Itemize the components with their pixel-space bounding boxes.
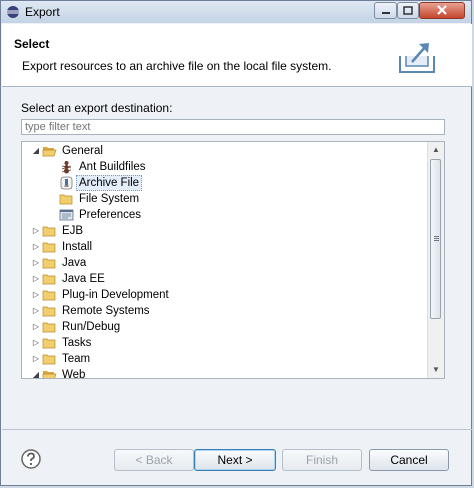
tree-item-label: Java EE (62, 273, 105, 285)
page-title: Select (14, 37, 50, 51)
archive-file-icon (60, 176, 73, 190)
expand-icon[interactable]: ▷ (31, 239, 41, 255)
folder-icon (42, 322, 56, 333)
expand-icon[interactable]: ▷ (31, 319, 41, 335)
collapse-icon[interactable]: ◢ (31, 143, 41, 159)
folder-icon (42, 274, 56, 285)
export-wizard-tree[interactable]: ◢ General Ant Buildfiles Archive File Fi… (21, 141, 445, 379)
tree-item-label: Run/Debug (62, 321, 121, 333)
export-wizard-icon (399, 43, 435, 73)
tree-item-label: Plug-in Development (62, 289, 169, 301)
window-title: Export (25, 5, 60, 19)
minimize-button[interactable] (374, 2, 397, 19)
footer-separator (2, 429, 472, 430)
folder-icon (42, 354, 56, 365)
tree-item-label: Tasks (62, 337, 92, 349)
tree-item-label: Install (62, 241, 93, 253)
tree-item-label: File System (79, 193, 140, 205)
grip-line (434, 240, 439, 241)
expand-icon[interactable]: ▷ (31, 335, 41, 351)
scroll-up-arrow-icon[interactable]: ▲ (428, 142, 444, 158)
tree-item-label: Preferences (79, 209, 142, 221)
eclipse-icon (7, 6, 19, 18)
ant-icon (61, 161, 72, 174)
folder-icon (59, 194, 73, 205)
filter-input[interactable] (21, 119, 445, 135)
finish-button[interactable]: Finish (282, 449, 362, 471)
export-destination-label: Select an export destination: (21, 101, 173, 115)
tree-item-label: Web (62, 369, 86, 379)
tree-item-label: Java (62, 257, 87, 269)
preferences-icon (59, 209, 74, 221)
expand-icon[interactable]: ▷ (31, 271, 41, 287)
folder-open-icon (42, 147, 57, 157)
grip-line (434, 238, 439, 239)
expand-icon[interactable]: ▷ (31, 351, 41, 367)
help-icon[interactable] (20, 448, 42, 470)
next-button[interactable]: Next > (194, 449, 276, 471)
minimize-icon (382, 12, 390, 14)
close-button[interactable] (419, 2, 465, 19)
cancel-button[interactable]: Cancel (369, 449, 449, 471)
maximize-button[interactable] (397, 2, 419, 19)
wizard-header: Select Export resources to an archive fi… (2, 24, 472, 87)
maximize-icon (403, 6, 413, 15)
folder-icon (42, 290, 56, 301)
title-bar[interactable]: Export (1, 1, 471, 23)
folder-icon (42, 338, 56, 349)
scroll-down-arrow-icon[interactable]: ▼ (428, 362, 444, 378)
tree-item-label: EJB (62, 225, 84, 237)
folder-icon (42, 226, 56, 237)
grip-line (434, 236, 439, 237)
folder-icon (42, 258, 56, 269)
expand-icon[interactable]: ▷ (31, 255, 41, 271)
close-icon (437, 5, 447, 15)
folder-open-icon (42, 371, 57, 378)
page-description: Export resources to an archive file on t… (22, 59, 332, 73)
tree-item-label: Remote Systems (62, 305, 150, 317)
tree-item-label: Ant Buildfiles (79, 161, 146, 173)
folder-icon (42, 242, 56, 253)
back-button[interactable]: < Back (114, 449, 194, 471)
folder-icon (42, 306, 56, 317)
tree-item-label: General (62, 145, 103, 157)
expand-icon[interactable]: ▷ (31, 287, 41, 303)
expand-icon[interactable]: ▷ (31, 223, 41, 239)
scrollbar-thumb[interactable] (430, 159, 441, 319)
expand-icon[interactable]: ▷ (31, 303, 41, 319)
tree-item-label: Archive File (76, 175, 143, 191)
tree-item-label: Team (62, 353, 91, 365)
export-dialog: Export Select Export resources to an arc… (0, 0, 472, 486)
collapse-icon[interactable]: ◢ (31, 367, 41, 378)
tree-vertical-scrollbar[interactable]: ▲ ▼ (427, 142, 444, 378)
